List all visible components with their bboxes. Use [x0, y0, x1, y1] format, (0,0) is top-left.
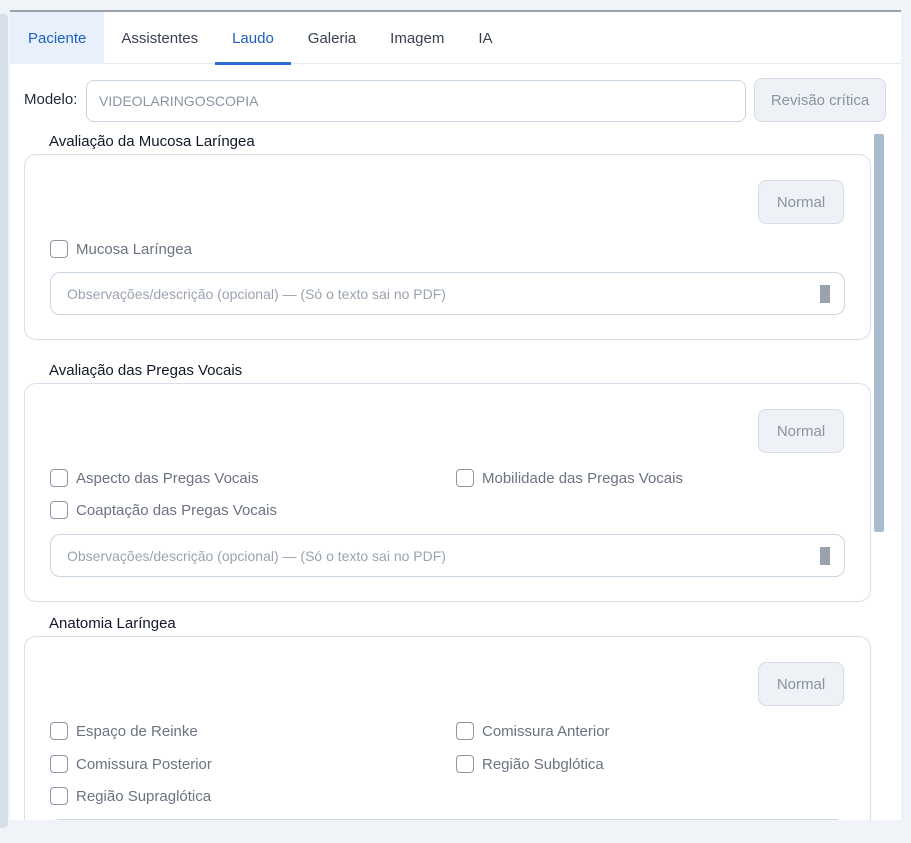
tab-assistentes[interactable]: Assistentes: [104, 12, 215, 64]
checkbox-coaptacao-pregas-vocais[interactable]: Coaptação das Pregas Vocais: [50, 499, 277, 521]
checkbox-espaco-reinke[interactable]: Espaço de Reinke: [50, 720, 198, 742]
review-button[interactable]: Revisão crítica: [754, 78, 886, 122]
section-box: Normal Espaço de Reinke Comissura Anteri…: [24, 636, 871, 820]
section-box: Normal Mucosa Laríngea Observações/descr…: [24, 154, 871, 340]
tab-laudo[interactable]: Laudo: [215, 12, 291, 65]
checkbox-comissura-anterior[interactable]: Comissura Anterior: [456, 720, 610, 742]
checkbox-label: Espaço de Reinke: [76, 722, 198, 740]
report-scroll-area[interactable]: Avaliação da Mucosa Laríngea Normal Muco…: [10, 132, 901, 820]
section-anatomia-laringea: Anatomia Laríngea Normal Espaço de Reink…: [24, 614, 871, 820]
resize-handle-icon[interactable]: [820, 547, 830, 565]
checkbox-box[interactable]: [50, 240, 68, 258]
checkbox-box[interactable]: [50, 501, 68, 519]
observation-placeholder: Observações/descrição (opcional) — (Só o…: [67, 547, 446, 564]
model-label: Modelo:: [24, 91, 78, 108]
checkbox-regiao-supraglotica[interactable]: Região Supraglótica: [50, 785, 211, 807]
section-box: Normal Aspecto das Pregas Vocais Mobilid…: [24, 383, 871, 602]
checkbox-box[interactable]: [50, 755, 68, 773]
section-title: Avaliação das Pregas Vocais: [39, 361, 253, 381]
normal-button[interactable]: Normal: [758, 662, 844, 706]
tab-paciente[interactable]: Paciente: [10, 12, 105, 64]
resize-handle-icon[interactable]: [820, 285, 830, 303]
tab-bar: Paciente Assistentes Laudo Galeria Image…: [10, 12, 901, 65]
model-input[interactable]: VIDEOLARINGOSCOPIA: [86, 80, 746, 122]
checkbox-label: Mobilidade das Pregas Vocais: [482, 469, 683, 487]
checkbox-comissura-posterior[interactable]: Comissura Posterior: [50, 753, 212, 775]
checkbox-label: Aspecto das Pregas Vocais: [76, 469, 259, 487]
checkbox-regiao-subglotica[interactable]: Região Subglótica: [456, 753, 604, 775]
checkbox-box[interactable]: [456, 469, 474, 487]
main-panel: Paciente Assistentes Laudo Galeria Image…: [10, 10, 901, 820]
checkbox-label: Comissura Posterior: [76, 755, 212, 773]
checkbox-box[interactable]: [456, 755, 474, 773]
checkbox-box[interactable]: [456, 722, 474, 740]
checkbox-label: Comissura Anterior: [482, 722, 610, 740]
observation-placeholder: Observações/descrição (opcional) — (Só o…: [67, 285, 446, 302]
observation-input[interactable]: Observações/descrição (opcional) — (Só o…: [50, 534, 845, 577]
tab-imagem[interactable]: Imagem: [373, 12, 461, 64]
checkbox-mucosa-laringea[interactable]: Mucosa Laríngea: [50, 238, 192, 260]
tab-ia[interactable]: IA: [461, 12, 509, 64]
left-rail: [0, 14, 8, 828]
model-row: Modelo: VIDEOLARINGOSCOPIA Revisão críti…: [10, 78, 901, 122]
section-title: Anatomia Laríngea: [39, 614, 186, 634]
checkbox-label: Mucosa Laríngea: [76, 240, 192, 258]
scrollbar-thumb[interactable]: [874, 134, 884, 532]
checkbox-label: Região Supraglótica: [76, 787, 212, 805]
checkbox-box[interactable]: [50, 469, 68, 487]
observation-input[interactable]: Observações/descrição (opcional) — (Só o…: [50, 272, 845, 315]
checkbox-box[interactable]: [50, 787, 68, 805]
normal-button[interactable]: Normal: [758, 180, 844, 224]
checkbox-label: Região Subglótica: [482, 755, 604, 773]
observation-input[interactable]: [50, 819, 845, 820]
section-title: Avaliação da Mucosa Laríngea: [39, 132, 265, 152]
section-mucosa: Avaliação da Mucosa Laríngea Normal Muco…: [24, 132, 871, 342]
tab-galeria[interactable]: Galeria: [291, 12, 373, 64]
checkbox-aspecto-pregas-vocais[interactable]: Aspecto das Pregas Vocais: [50, 467, 259, 489]
checkbox-mobilidade-pregas-vocais[interactable]: Mobilidade das Pregas Vocais: [456, 467, 683, 489]
section-pregas-vocais: Avaliação das Pregas Vocais Normal Aspec…: [24, 361, 871, 606]
checkbox-label: Coaptação das Pregas Vocais: [76, 501, 277, 519]
normal-button[interactable]: Normal: [758, 409, 844, 453]
checkbox-box[interactable]: [50, 722, 68, 740]
